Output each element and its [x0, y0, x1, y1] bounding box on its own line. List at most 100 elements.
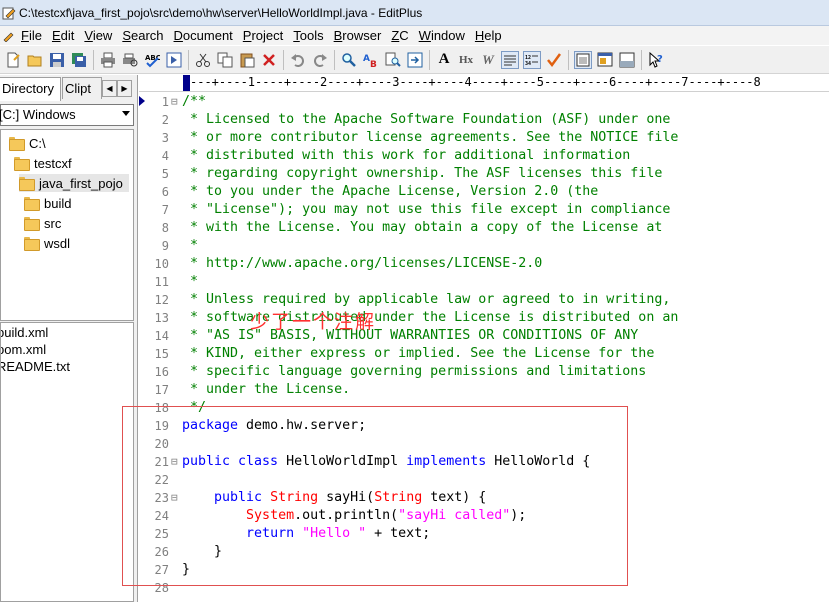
file-item[interactable]: pom.xml	[1, 342, 46, 359]
find-in-files-icon[interactable]	[384, 51, 402, 69]
code-token: *	[182, 238, 199, 253]
font-icon[interactable]: A	[435, 51, 453, 69]
code-line: * or more contributor license agreements…	[182, 129, 678, 147]
tree-item-label: C:\	[29, 135, 46, 151]
tree-item[interactable]: testcxf	[14, 154, 72, 172]
output-icon[interactable]	[618, 51, 636, 69]
code-line: * to you under the Apache License, Versi…	[182, 183, 598, 201]
paste-icon[interactable]	[238, 51, 256, 69]
toolbar-separator	[334, 49, 335, 70]
tab-scroll-right-icon[interactable]: ▶	[117, 80, 132, 97]
check-icon[interactable]	[545, 51, 563, 69]
directory-tree: C:\ testcxf java_first_pojo build src ws…	[0, 129, 134, 321]
replace-icon[interactable]: AB	[362, 51, 380, 69]
code-line: * http://www.apache.org/licenses/LICENSE…	[182, 255, 542, 273]
drive-selector[interactable]: [C:] Windows	[0, 104, 134, 126]
folder-open-icon	[19, 177, 35, 191]
help-icon[interactable]: ?	[647, 51, 665, 69]
line-number: 8	[161, 221, 169, 235]
tree-item[interactable]: build	[24, 194, 71, 212]
open-icon[interactable]	[26, 51, 44, 69]
tree-item-selected[interactable]: java_first_pojo	[19, 174, 129, 192]
tree-item[interactable]: wsdl	[24, 234, 70, 252]
tab-directory[interactable]: Directory	[0, 77, 61, 101]
window-icon[interactable]	[574, 50, 592, 69]
code-token: * distributed with this work for additio…	[182, 148, 631, 163]
new-icon[interactable]	[4, 51, 22, 69]
line-number: 11	[154, 275, 169, 289]
folder-icon	[24, 237, 40, 251]
line-number: 17	[154, 383, 169, 397]
find-icon[interactable]	[340, 51, 358, 69]
fold-toggle-icon[interactable]: ⊟	[171, 93, 181, 111]
annotation-box	[122, 406, 628, 586]
menu-view[interactable]: View	[79, 28, 117, 43]
redo-icon[interactable]	[311, 51, 329, 69]
save-icon[interactable]	[48, 51, 66, 69]
file-item[interactable]: build.xml	[1, 325, 48, 342]
toolbar-separator	[429, 49, 430, 70]
code-token: * Licensed to the Apache Software Founda…	[182, 112, 671, 127]
chevron-down-icon	[122, 111, 130, 116]
tree-item-label: wsdl	[44, 235, 71, 251]
code-token: * specific language governing permission…	[182, 364, 647, 379]
browser-preview-icon[interactable]	[165, 51, 183, 69]
line-number: 9	[161, 239, 169, 253]
menu-document[interactable]: Document	[169, 28, 238, 43]
code-token: * http://www.apache.org/licenses/LICENSE…	[182, 256, 543, 271]
document-menu-icon[interactable]	[1, 27, 15, 45]
code-token: /**	[182, 94, 207, 109]
title-bar: C:\testcxf\java_first_pojo\src\demo\hw\s…	[0, 0, 829, 26]
goto-icon[interactable]	[406, 51, 424, 69]
menu-browser[interactable]: Browser	[329, 28, 387, 43]
file-item[interactable]: README.txt	[1, 359, 70, 376]
window-title: C:\testcxf\java_first_pojo\src\demo\hw\s…	[19, 5, 423, 20]
hex-label: Hx	[458, 53, 474, 66]
copy-icon[interactable]	[216, 51, 234, 69]
menu-help[interactable]: Help	[470, 28, 507, 43]
line-number: 1	[161, 95, 169, 109]
full-screen-icon[interactable]	[596, 51, 614, 69]
word-wrap-icon[interactable]: W	[479, 51, 497, 69]
code-line: * distributed with this work for additio…	[182, 147, 630, 165]
hex-icon[interactable]: Hx	[457, 51, 475, 69]
ruler-icon[interactable]	[501, 50, 519, 69]
save-all-icon[interactable]	[70, 51, 88, 69]
wrap-label: W	[482, 51, 494, 67]
svg-text:?: ?	[657, 54, 663, 65]
cut-icon[interactable]	[194, 51, 212, 69]
code-token: * to you under the Apache License, Versi…	[182, 184, 599, 199]
tab-scroll-left-icon[interactable]: ◀	[102, 80, 117, 97]
undo-icon[interactable]	[289, 51, 307, 69]
menu-search[interactable]: Search	[117, 28, 168, 43]
line-number: 6	[161, 185, 169, 199]
print-preview-icon[interactable]	[121, 51, 139, 69]
line-number-icon[interactable]: 12 34	[523, 50, 541, 69]
line-number: 16	[154, 365, 169, 379]
drive-label: [C:] Windows	[0, 107, 76, 122]
code-line: * specific language governing permission…	[182, 363, 646, 381]
toolbar-separator	[568, 49, 569, 70]
print-icon[interactable]	[99, 51, 117, 69]
menu-project[interactable]: Project	[238, 28, 288, 43]
code-line: *	[182, 273, 198, 291]
code-token: * or more contributor license agreements…	[182, 130, 679, 145]
menu-zc[interactable]: ZC	[386, 28, 413, 43]
tree-item[interactable]: C:\	[9, 134, 46, 152]
tab-cliptext[interactable]: Clipt	[62, 77, 102, 99]
menu-tools[interactable]: Tools	[288, 28, 328, 43]
code-token: * with the License. You may obtain a cop…	[182, 220, 663, 235]
editplus-app-icon	[2, 6, 16, 20]
tree-item-label: src	[44, 215, 62, 231]
spellcheck-icon[interactable]: ABC	[143, 51, 161, 69]
toolbar-separator	[188, 49, 189, 70]
delete-icon[interactable]	[260, 51, 278, 69]
line-number: 3	[161, 131, 169, 145]
menu-bar: File Edit View Search Document Project T…	[0, 26, 829, 45]
menu-window[interactable]: Window	[414, 28, 470, 43]
menu-edit[interactable]: Edit	[47, 28, 79, 43]
menu-file[interactable]: File	[16, 28, 47, 43]
folder-icon	[24, 217, 40, 231]
tree-item[interactable]: src	[24, 214, 61, 232]
line-number: 5	[161, 167, 169, 181]
